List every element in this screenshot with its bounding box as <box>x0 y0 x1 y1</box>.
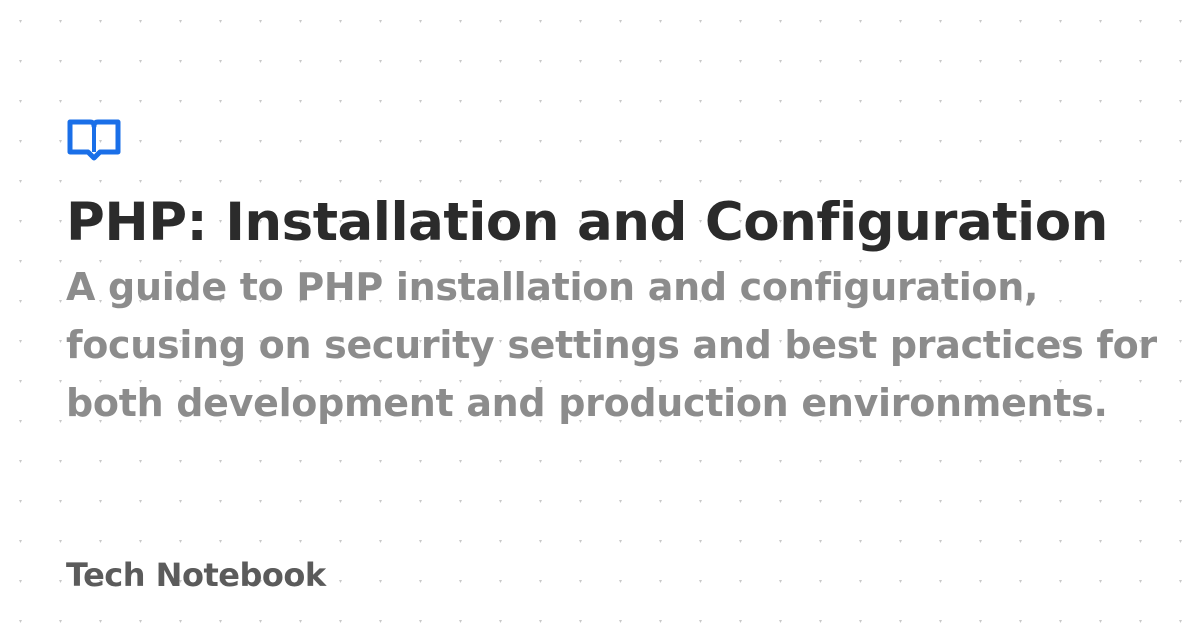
page-description: A guide to PHP installation and configur… <box>66 265 1157 425</box>
page-title: PHP: Installation and Configuration <box>66 192 1108 253</box>
site-name: Tech Notebook <box>66 556 326 594</box>
article-card: PHP: Installation and Configuration A gu… <box>66 118 1186 432</box>
book-icon <box>67 119 121 161</box>
